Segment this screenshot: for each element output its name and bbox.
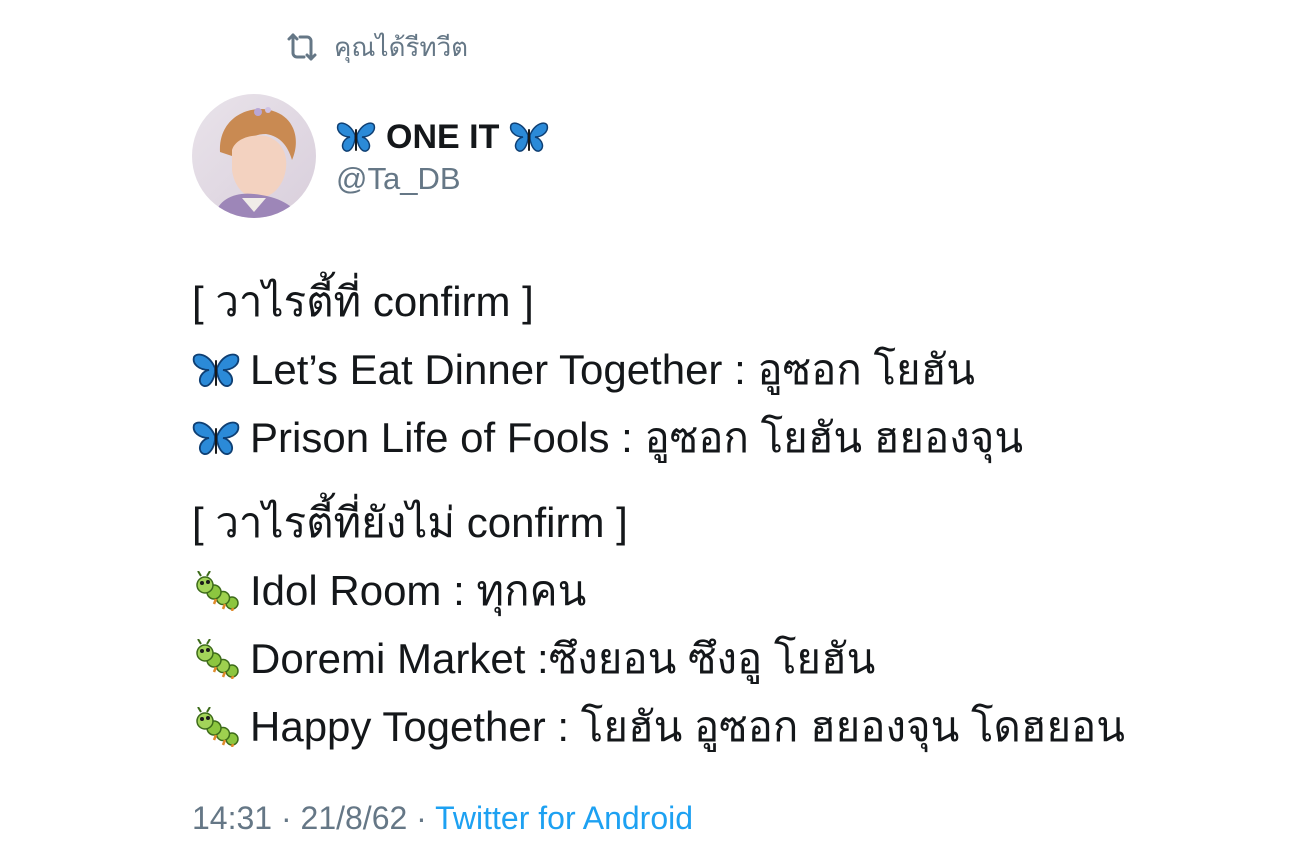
author-handle[interactable]: @Ta_DB xyxy=(336,161,549,197)
line-text: Happy Together : โยฮัน อูซอก ฮยองจุน โดฮ… xyxy=(250,703,1125,750)
tweet-line: [ วาไรตี้ที่ยังไม่ confirm ] xyxy=(192,489,1292,557)
butterfly-icon xyxy=(192,353,240,387)
retweet-icon xyxy=(287,33,317,61)
profile-avatar[interactable] xyxy=(192,94,316,218)
tweet-line: Let’s Eat Dinner Together : อูซอก โยฮัน xyxy=(192,336,1292,404)
tweet-text: [ วาไรตี้ที่ confirm ] Let’s Eat Dinner … xyxy=(192,268,1292,761)
meta-separator: · xyxy=(416,800,427,836)
caterpillar-icon xyxy=(196,639,239,679)
meta-separator: · xyxy=(280,800,292,836)
line-text: Doremi Market :ซึงยอน ซึงอู โยฮัน xyxy=(250,635,876,682)
butterfly-icon xyxy=(336,122,376,152)
caterpillar-icon xyxy=(196,571,239,611)
tweet-header: ONE IT @Ta_DB xyxy=(192,94,549,218)
caterpillar-icon xyxy=(196,707,239,747)
tweet-source-link[interactable]: Twitter for Android xyxy=(435,800,693,836)
author-names: ONE IT @Ta_DB xyxy=(336,115,549,197)
line-text: Let’s Eat Dinner Together : อูซอก โยฮัน xyxy=(250,346,975,393)
tweet-line: [ วาไรตี้ที่ confirm ] xyxy=(192,268,1292,336)
butterfly-icon xyxy=(192,421,240,455)
retweet-label: คุณได้รีทวีต xyxy=(334,32,469,63)
tweet-line: Idol Room : ทุกคน xyxy=(192,557,1292,625)
retweet-indicator: คุณได้รีทวีต xyxy=(284,30,468,64)
tweet-date[interactable]: 21/8/62 xyxy=(301,800,408,836)
tweet-line: Prison Life of Fools : อูซอก โยฮัน ฮยองจ… xyxy=(192,404,1292,472)
tweet-line: Happy Together : โยฮัน อูซอก ฮยองจุน โดฮ… xyxy=(192,693,1292,761)
section-heading-confirmed: [ วาไรตี้ที่ confirm ] xyxy=(192,278,534,325)
line-text: Idol Room : ทุกคน xyxy=(250,567,587,614)
section-heading-unconfirmed: [ วาไรตี้ที่ยังไม่ confirm ] xyxy=(192,499,628,546)
tweet-meta: 14:31 · 21/8/62 · Twitter for Android xyxy=(192,800,693,837)
tweet-time[interactable]: 14:31 xyxy=(192,800,272,836)
display-name-text: ONE IT xyxy=(386,117,500,156)
butterfly-icon xyxy=(510,122,549,152)
author-display-name[interactable]: ONE IT xyxy=(336,115,549,159)
tweet-line: Doremi Market :ซึงยอน ซึงอู โยฮัน xyxy=(192,625,1292,693)
line-text: Prison Life of Fools : อูซอก โยฮัน ฮยองจ… xyxy=(250,414,1024,461)
